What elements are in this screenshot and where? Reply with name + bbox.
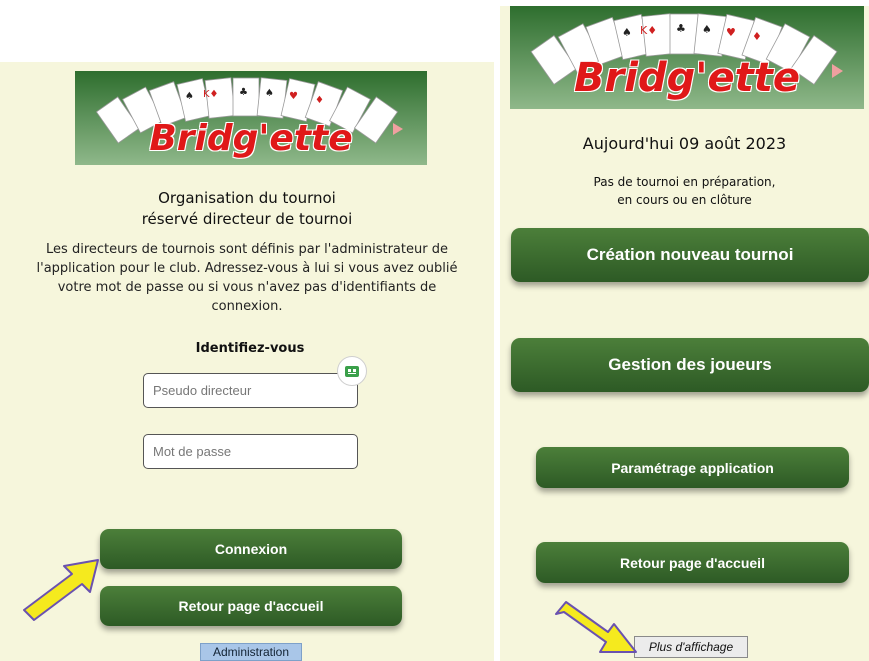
svg-text:♦: ♦ <box>315 95 324 106</box>
svg-text:♠: ♠ <box>622 26 632 39</box>
info-line-3: votre mot de passe ou si vous n'avez pas… <box>57 280 437 295</box>
app-settings-button[interactable]: Paramétrage application <box>536 447 849 488</box>
retour-accueil-button[interactable]: Retour page d'accueil <box>536 542 849 583</box>
bridgette-logo-banner: K♦ ♥ ♦ ♠ ♣ ♠ Bridg'ette <box>510 6 864 109</box>
svg-text:K♦: K♦ <box>640 24 657 37</box>
svg-text:♣: ♣ <box>676 22 686 35</box>
status-line-2: en cours ou en clôture <box>617 193 752 207</box>
password-manager-icon[interactable] <box>337 356 367 386</box>
svg-text:♠: ♠ <box>185 91 194 102</box>
svg-text:♣: ♣ <box>239 87 248 98</box>
title-line-1: Organisation du tournoi <box>158 189 336 207</box>
info-line-1: Les directeurs de tournois sont définis … <box>46 242 448 257</box>
svg-text:♥: ♥ <box>726 26 736 39</box>
identify-label: Identifiez-vous <box>195 341 305 356</box>
svg-text:K♦: K♦ <box>203 89 219 100</box>
logo-text: Bridg'ette <box>574 55 800 101</box>
status-line-1: Pas de tournoi en préparation, <box>593 175 776 189</box>
yellow-arrow-icon <box>555 601 637 653</box>
logo-text: Bridg'ette <box>149 118 353 159</box>
retour-accueil-button[interactable]: Retour page d'accueil <box>100 586 402 626</box>
info-paragraph: Les directeurs de tournois sont définis … <box>0 240 494 316</box>
pseudo-placeholder: Pseudo directeur <box>153 383 252 398</box>
more-display-button[interactable]: Plus d'affichage <box>634 636 748 658</box>
info-line-4: connexion. <box>211 299 283 314</box>
svg-text:♠: ♠ <box>265 88 274 99</box>
director-menu-panel: K♦ ♥ ♦ ♠ ♣ ♠ Bridg'ette Aujourd'hui 09 a… <box>500 6 869 661</box>
manage-players-button[interactable]: Gestion des joueurs <box>511 338 869 392</box>
password-input[interactable]: Mot de passe <box>143 434 358 469</box>
connexion-button[interactable]: Connexion <box>100 529 402 569</box>
info-line-2: l'application pour le club. Adressez-vou… <box>36 261 458 276</box>
tournament-status: Pas de tournoi en préparation, en cours … <box>500 173 869 209</box>
pseudo-input[interactable]: Pseudo directeur <box>143 373 358 408</box>
administration-button[interactable]: Administration <box>200 643 302 661</box>
page-title: Organisation du tournoi réservé directeu… <box>0 188 494 230</box>
svg-text:♥: ♥ <box>289 91 298 102</box>
date-heading: Aujourd'hui 09 août 2023 <box>582 134 787 153</box>
create-tournament-button[interactable]: Création nouveau tournoi <box>511 228 869 282</box>
password-placeholder: Mot de passe <box>153 444 232 459</box>
svg-text:♦: ♦ <box>752 30 762 43</box>
svg-text:♠: ♠ <box>702 23 712 36</box>
bridgette-logo-banner: K♦ ♥ ♦ ♠ ♣ ♠ Bridg'ette <box>75 71 427 165</box>
yellow-arrow-icon <box>23 559 99 621</box>
title-line-2: réservé directeur de tournoi <box>141 210 353 228</box>
